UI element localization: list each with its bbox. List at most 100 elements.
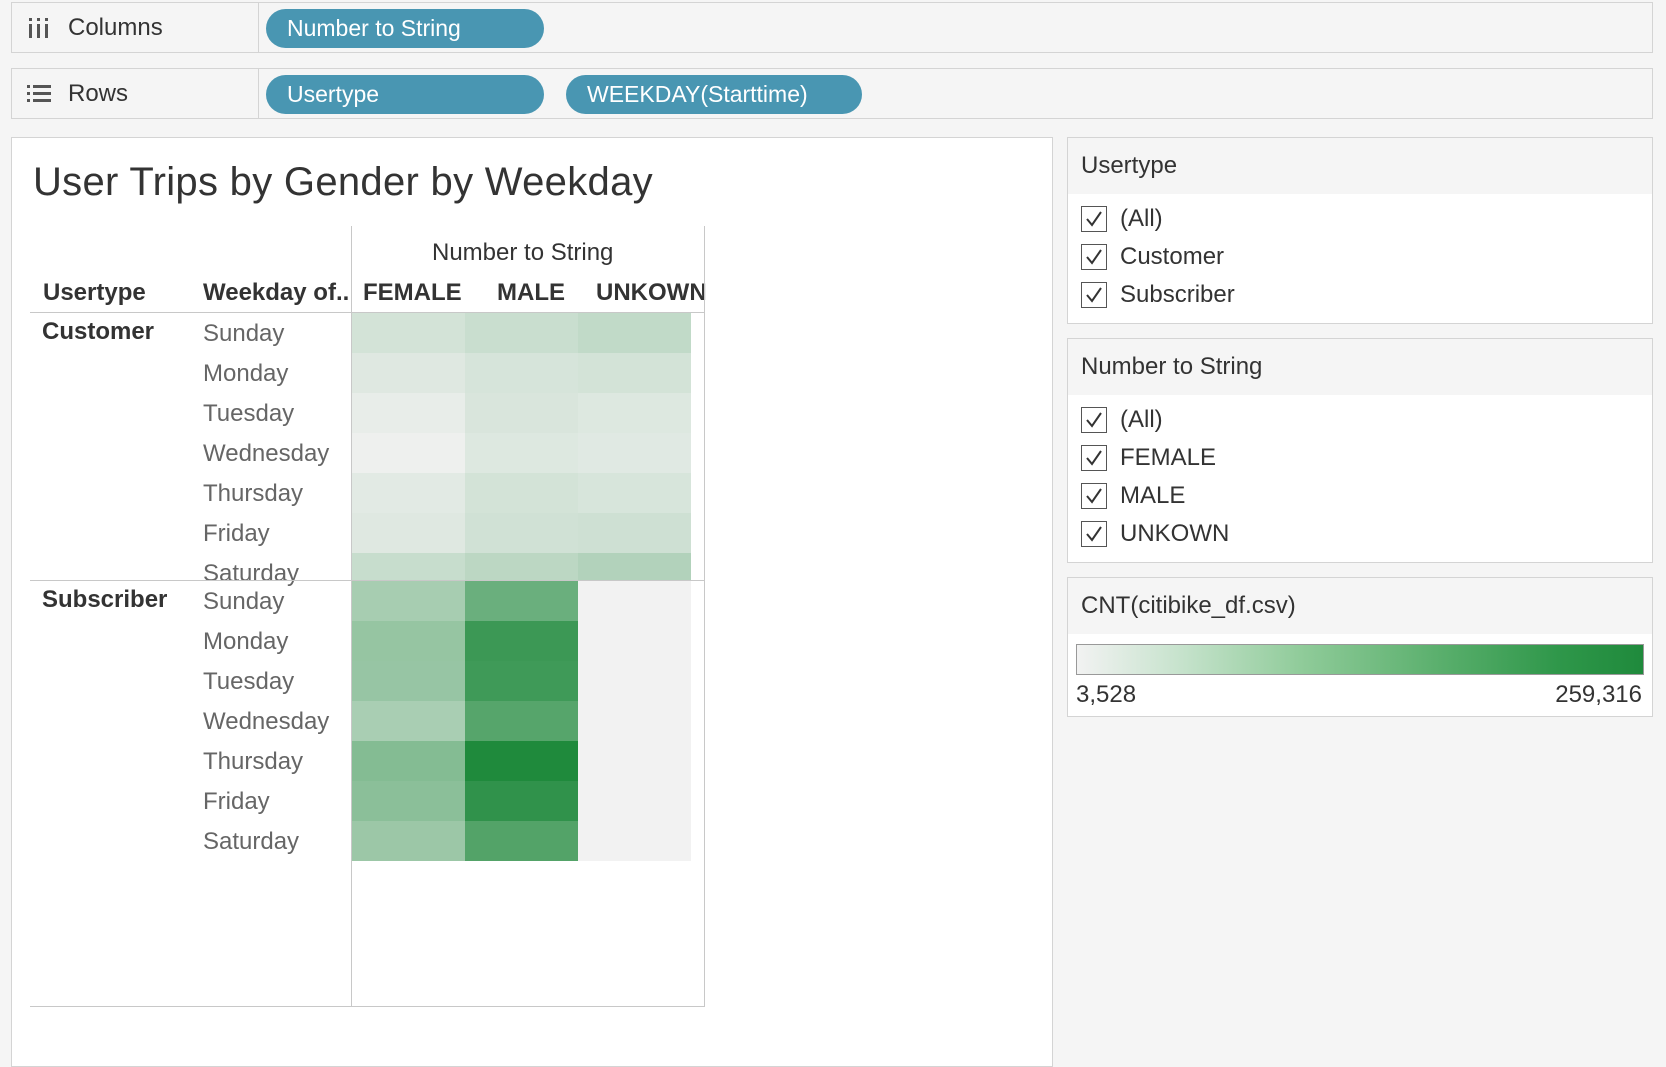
legend-min-label: 3,528 bbox=[1076, 681, 1137, 708]
grid-right-border bbox=[704, 226, 705, 1006]
row-weekday-label[interactable]: Friday bbox=[203, 788, 270, 816]
heatmap-cell[interactable] bbox=[352, 661, 465, 701]
row-weekday-label[interactable]: Sunday bbox=[203, 320, 284, 348]
heatmap-cell[interactable] bbox=[578, 781, 691, 821]
header-divider-horizontal bbox=[30, 312, 705, 313]
checkmark-icon bbox=[1086, 211, 1102, 227]
heatmap-cell[interactable] bbox=[578, 393, 691, 433]
heatmap-cell[interactable] bbox=[578, 621, 691, 661]
row-weekday-label[interactable]: Tuesday bbox=[203, 668, 294, 696]
row-weekday-label[interactable]: Saturday bbox=[203, 560, 299, 588]
row-weekday-label[interactable]: Monday bbox=[203, 628, 288, 656]
filter-item-label: Customer bbox=[1120, 243, 1225, 270]
heatmap-cell[interactable] bbox=[465, 621, 578, 661]
row-weekday-label[interactable]: Saturday bbox=[203, 828, 299, 856]
rows-label: Rows bbox=[68, 79, 129, 107]
heatmap-cell[interactable] bbox=[578, 513, 691, 553]
heatmap-cell[interactable] bbox=[352, 313, 465, 353]
filter-item[interactable]: (All) bbox=[1068, 401, 1652, 439]
checkbox[interactable] bbox=[1081, 483, 1107, 509]
filter-title-usertype: Usertype bbox=[1068, 138, 1652, 194]
heatmap-cell[interactable] bbox=[578, 433, 691, 473]
filter-item[interactable]: MALE bbox=[1068, 477, 1652, 515]
columns-label: Columns bbox=[68, 13, 163, 41]
heatmap-cell[interactable] bbox=[352, 433, 465, 473]
filter-item[interactable]: UNKOWN bbox=[1068, 515, 1652, 553]
legend-title: CNT(citibike_df.csv) bbox=[1068, 578, 1652, 634]
columns-shelf: Columns Number to String bbox=[11, 2, 1653, 53]
rows-shelf-label: Rows bbox=[12, 69, 259, 118]
filter-item[interactable]: Subscriber bbox=[1068, 276, 1652, 314]
heatmap-cell[interactable] bbox=[578, 701, 691, 741]
filter-item-label: MALE bbox=[1120, 482, 1186, 509]
checkbox[interactable] bbox=[1081, 521, 1107, 547]
row-weekday-label[interactable]: Thursday bbox=[203, 748, 303, 776]
heatmap-cell[interactable] bbox=[578, 353, 691, 393]
checkbox[interactable] bbox=[1081, 407, 1107, 433]
color-legend: CNT(citibike_df.csv) 3,528 259,316 bbox=[1067, 577, 1653, 717]
filter-item-label: UNKOWN bbox=[1120, 520, 1230, 547]
heatmap-cell[interactable] bbox=[352, 581, 465, 621]
heatmap-cell[interactable] bbox=[465, 513, 578, 553]
filter-item-label: (All) bbox=[1120, 205, 1163, 232]
heatmap-cell[interactable] bbox=[352, 781, 465, 821]
filter-item-label: (All) bbox=[1120, 406, 1163, 433]
filter-item[interactable]: Customer bbox=[1068, 238, 1652, 276]
row-group-label[interactable]: Customer bbox=[42, 318, 154, 346]
pill-weekday-starttime[interactable]: WEEKDAY(Starttime) bbox=[566, 75, 862, 114]
heatmap-cell[interactable] bbox=[578, 473, 691, 513]
legend-gradient-bar bbox=[1076, 644, 1644, 675]
heatmap-cell[interactable] bbox=[352, 621, 465, 661]
heatmap-cell[interactable] bbox=[352, 741, 465, 781]
filter-item[interactable]: (All) bbox=[1068, 200, 1652, 238]
heatmap-cell[interactable] bbox=[465, 353, 578, 393]
row-weekday-label[interactable]: Sunday bbox=[203, 588, 284, 616]
heatmap-cell[interactable] bbox=[465, 581, 578, 621]
heatmap-cell[interactable] bbox=[465, 781, 578, 821]
pill-usertype[interactable]: Usertype bbox=[266, 75, 544, 114]
checkbox[interactable] bbox=[1081, 244, 1107, 270]
col-header-unkown[interactable]: UNKOWN bbox=[596, 279, 707, 307]
heatmap-cell[interactable] bbox=[465, 433, 578, 473]
checkbox[interactable] bbox=[1081, 445, 1107, 471]
checkbox[interactable] bbox=[1081, 282, 1107, 308]
row-weekday-label[interactable]: Thursday bbox=[203, 480, 303, 508]
heatmap-cell[interactable] bbox=[352, 393, 465, 433]
row-header-usertype[interactable]: Usertype bbox=[43, 279, 146, 307]
heatmap-cell[interactable] bbox=[465, 701, 578, 741]
row-weekday-label[interactable]: Wednesday bbox=[203, 440, 329, 468]
rows-icon bbox=[27, 84, 51, 102]
heatmap-cell[interactable] bbox=[352, 473, 465, 513]
row-weekday-label[interactable]: Monday bbox=[203, 360, 288, 388]
heatmap-cell[interactable] bbox=[352, 353, 465, 393]
heatmap-cell[interactable] bbox=[578, 581, 691, 621]
column-group-header: Number to String bbox=[432, 239, 614, 266]
checkmark-icon bbox=[1086, 287, 1102, 303]
filter-title-number-to-string: Number to String bbox=[1068, 339, 1652, 395]
heatmap-cell[interactable] bbox=[352, 513, 465, 553]
heatmap-cell[interactable] bbox=[465, 661, 578, 701]
pill-number-to-string[interactable]: Number to String bbox=[266, 9, 544, 48]
heatmap-cell[interactable] bbox=[578, 741, 691, 781]
heatmap-cell[interactable] bbox=[578, 821, 691, 861]
checkbox[interactable] bbox=[1081, 206, 1107, 232]
row-header-weekday[interactable]: Weekday of.. bbox=[203, 279, 349, 307]
heatmap-cell[interactable] bbox=[465, 313, 578, 353]
heatmap-cell[interactable] bbox=[578, 661, 691, 701]
filter-item[interactable]: FEMALE bbox=[1068, 439, 1652, 477]
heatmap-cell[interactable] bbox=[352, 821, 465, 861]
heatmap-cell[interactable] bbox=[465, 473, 578, 513]
row-weekday-label[interactable]: Wednesday bbox=[203, 708, 329, 736]
legend-max-label: 259,316 bbox=[1555, 681, 1642, 708]
row-weekday-label[interactable]: Friday bbox=[203, 520, 270, 548]
heatmap-cell[interactable] bbox=[465, 393, 578, 433]
checkmark-icon bbox=[1086, 412, 1102, 428]
col-header-female[interactable]: FEMALE bbox=[363, 279, 462, 307]
heatmap-cell[interactable] bbox=[465, 821, 578, 861]
col-header-male[interactable]: MALE bbox=[497, 279, 565, 307]
heatmap-cell[interactable] bbox=[578, 313, 691, 353]
heatmap-cell[interactable] bbox=[465, 741, 578, 781]
row-weekday-label[interactable]: Tuesday bbox=[203, 400, 294, 428]
row-group-label[interactable]: Subscriber bbox=[42, 586, 167, 614]
heatmap-cell[interactable] bbox=[352, 701, 465, 741]
